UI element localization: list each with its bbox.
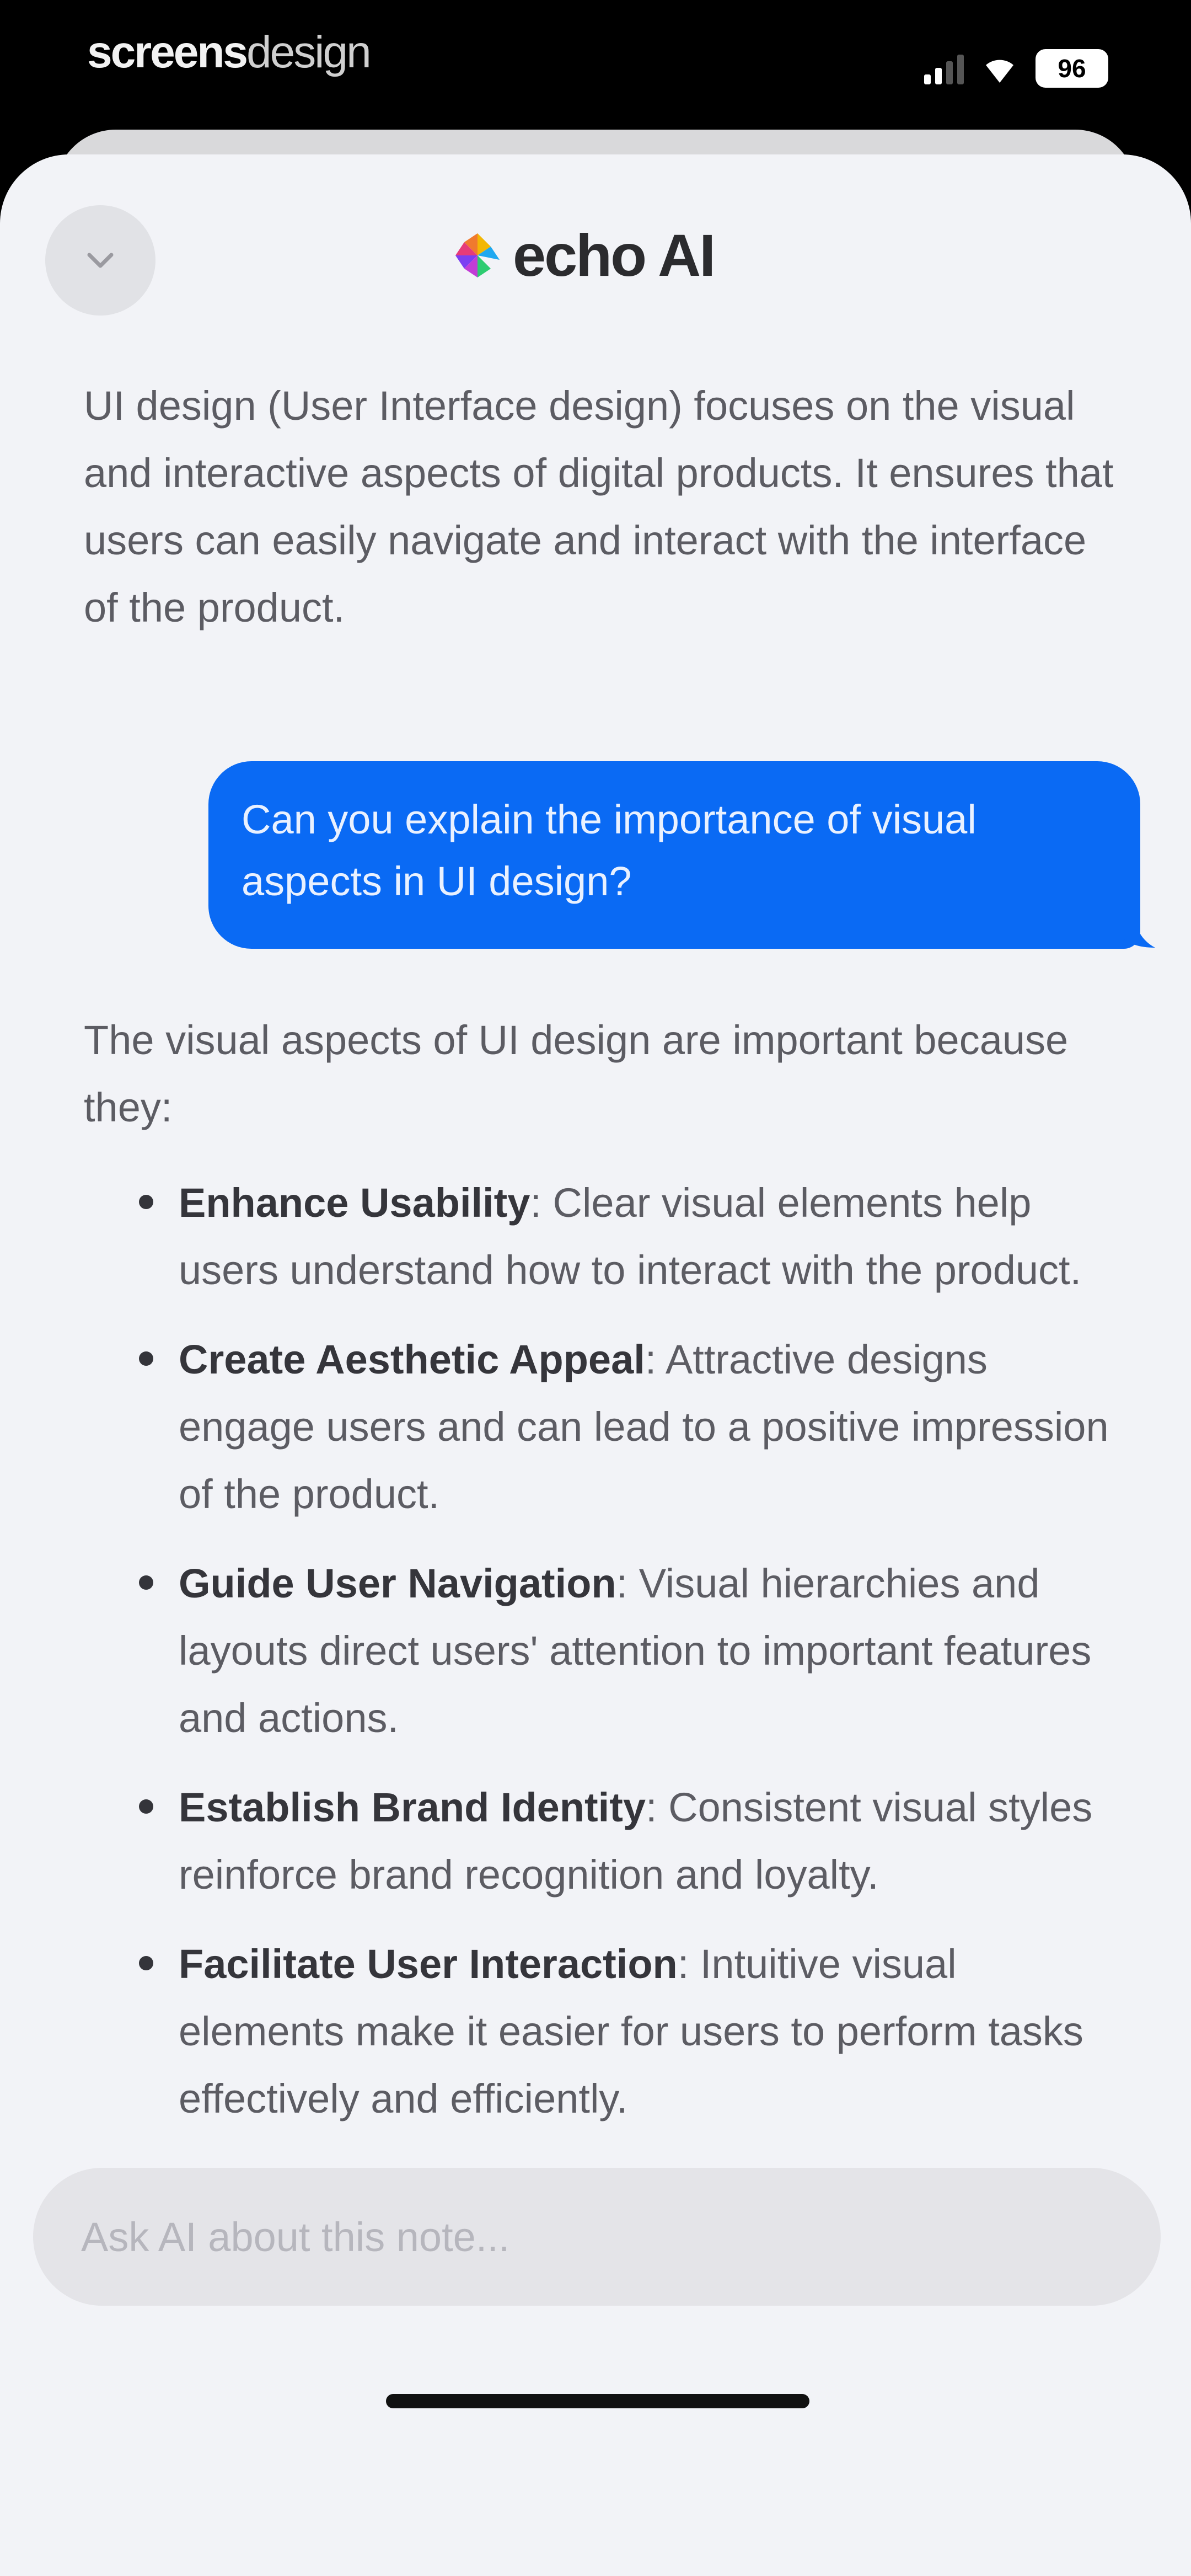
user-message-bubble: Can you explain the importance of visual… <box>208 761 1140 949</box>
ask-ai-composer[interactable] <box>33 2168 1161 2306</box>
ai-message-intro: UI design (User Interface design) focuse… <box>84 383 1114 630</box>
wifi-icon <box>986 60 1013 83</box>
echo-logo-icon <box>455 233 500 277</box>
status-bar: screensdesign 96 <box>0 0 1191 127</box>
list-item-term: Facilitate User Interaction <box>179 1941 678 1987</box>
header-title: echo AI <box>513 222 716 288</box>
ai-answer-intro: The visual aspects of UI design are impo… <box>84 1017 1069 1130</box>
list-item: Guide User Navigation: Visual hierarchie… <box>131 1550 1113 1752</box>
status-icons: 96 <box>924 46 1108 90</box>
brand-light-text: design <box>246 27 372 77</box>
bullet-dot <box>139 1799 153 1814</box>
list-item: Establish Brand Identity: Consistent vis… <box>131 1774 1113 1909</box>
list-item: Facilitate User Interaction: Intuitive v… <box>131 1931 1113 2133</box>
chevron-down-icon <box>87 253 114 268</box>
bullet-dot <box>139 1575 153 1590</box>
screensdesign-watermark: screensdesign <box>87 26 372 78</box>
home-indicator[interactable] <box>386 2394 809 2408</box>
list-item: Enhance Usability: Clear visual elements… <box>131 1169 1113 1304</box>
list-item-term: Enhance Usability <box>179 1180 530 1226</box>
list-item-term: Create Aesthetic Appeal <box>179 1337 645 1382</box>
collapse-button[interactable] <box>45 205 155 316</box>
ai-answer-list: Enhance Usability: Clear visual elements… <box>131 1169 1113 2155</box>
brand-bold-text: screens <box>87 27 248 77</box>
bullet-dot <box>139 1195 153 1209</box>
battery-indicator: 96 <box>1036 49 1108 88</box>
bubble-tail <box>1122 910 1155 948</box>
list-item-term: Establish Brand Identity <box>179 1784 646 1830</box>
app-header: echo AI <box>452 221 716 290</box>
list-item: Create Aesthetic Appeal: Attractive desi… <box>131 1326 1113 1528</box>
cellular-signal-icon <box>924 52 964 84</box>
bullet-dot <box>139 1351 153 1366</box>
ask-ai-input[interactable] <box>80 2212 1102 2261</box>
bullet-dot <box>139 1956 153 1970</box>
list-item-term: Guide User Navigation <box>179 1560 616 1606</box>
